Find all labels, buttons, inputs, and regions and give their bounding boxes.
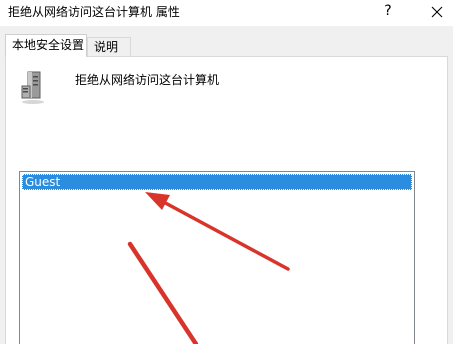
help-button[interactable]: ? [371, 0, 405, 24]
server-icon [21, 71, 44, 104]
tab-panel: 拒绝从网络访问这台计算机 Guest [5, 56, 448, 344]
tab-local-security-setting[interactable]: 本地安全设置 [5, 34, 87, 57]
tab-explain[interactable]: 说明 [87, 37, 131, 57]
title-bar: 拒绝从网络访问这台计算机 属性 ? [0, 0, 453, 26]
policy-name: 拒绝从网络访问这台计算机 [75, 73, 220, 87]
close-icon [431, 6, 443, 18]
account-listbox[interactable]: Guest [19, 171, 415, 344]
properties-dialog: 拒绝从网络访问这台计算机 属性 ? 本地安全设置 说明 拒绝从网络访问这台计算机… [0, 0, 453, 344]
close-button[interactable] [420, 0, 453, 24]
list-item-guest[interactable]: Guest [22, 174, 412, 190]
dialog-client-area: 本地安全设置 说明 拒绝从网络访问这台计算机 Guest [0, 26, 453, 344]
window-title: 拒绝从网络访问这台计算机 属性 [8, 5, 180, 19]
